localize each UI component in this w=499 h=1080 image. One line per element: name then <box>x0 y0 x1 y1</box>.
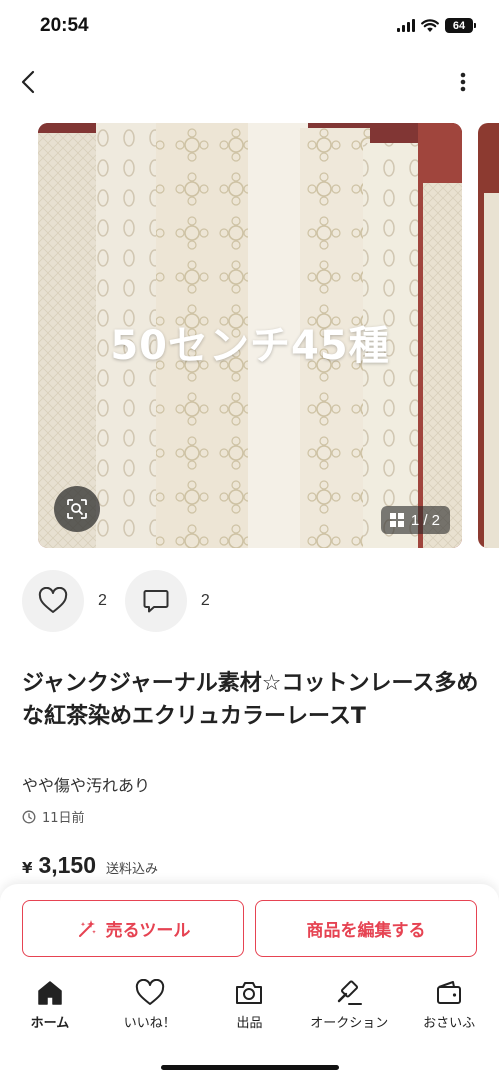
more-options-button[interactable] <box>447 66 479 98</box>
item-actions: 2 2 <box>22 570 228 632</box>
cellular-signal-icon <box>397 19 415 32</box>
status-time: 20:54 <box>40 15 89 36</box>
shipping-note: 送料込み <box>106 862 159 877</box>
home-indicator <box>161 1065 339 1070</box>
comment-icon <box>143 590 169 613</box>
comment-count: 2 <box>200 592 210 609</box>
tab-listing[interactable]: 出品 <box>200 979 300 1039</box>
more-vertical-icon <box>460 72 466 92</box>
wallet-icon <box>437 981 462 1004</box>
edit-item-button[interactable]: 商品を編集する <box>255 900 477 957</box>
gavel-icon <box>338 980 363 1005</box>
posted-time: 11日前 <box>22 807 85 826</box>
tab-likes-label: いいね！ <box>123 1016 176 1031</box>
battery-indicator: 64 <box>445 18 476 33</box>
tab-listing-label: 出品 <box>236 1016 263 1031</box>
status-icons: 64 <box>397 18 476 33</box>
bottom-panel: 売るツール 商品を編集する ホーム いいね！ 出品 オークション おさいふ <box>0 884 499 1080</box>
page-counter-text: 1 / 2 <box>410 511 440 529</box>
tab-wallet[interactable]: おさいふ <box>399 979 499 1039</box>
next-image-peek[interactable] <box>478 123 499 548</box>
tab-home-label: ホーム <box>30 1016 70 1031</box>
clock-icon <box>22 810 36 823</box>
posted-time-text: 11日前 <box>42 811 85 826</box>
item-price: 3,150 <box>38 852 96 878</box>
item-title: ジャンクジャーナル素材☆コットンレース多めな紅茶染めエクリュカラーレースT <box>22 671 479 729</box>
back-button[interactable] <box>12 66 44 98</box>
like-count: 2 <box>98 592 107 609</box>
edit-item-label: 商品を編集する <box>306 921 426 941</box>
home-icon <box>38 981 62 1005</box>
tab-auction[interactable]: オークション <box>299 979 399 1039</box>
action-buttons: 売るツール 商品を編集する <box>22 900 477 957</box>
comment-button[interactable] <box>124 570 187 632</box>
status-bar: 20:54 64 <box>0 0 499 54</box>
nav-bar <box>0 58 499 106</box>
magic-wand-icon <box>78 919 96 937</box>
tab-wallet-label: おさいふ <box>423 1016 476 1031</box>
tab-auction-label: オークション <box>310 1016 389 1031</box>
like-button[interactable] <box>22 570 84 632</box>
price-row: ¥ 3,150 送料込み <box>22 852 158 879</box>
image-overlay-text: 50センチ45種 <box>110 323 390 369</box>
item-condition: やや傷や汚れあり <box>22 776 151 795</box>
tab-likes[interactable]: いいね！ <box>100 979 200 1039</box>
tab-home[interactable]: ホーム <box>0 979 100 1039</box>
heart-icon <box>135 979 164 1005</box>
sell-tool-label: 売るツール <box>105 921 191 941</box>
tab-bar: ホーム いいね！ 出品 オークション おさいふ <box>0 979 499 1039</box>
wifi-icon <box>421 18 439 32</box>
image-page-counter: 1 / 2 <box>380 506 450 534</box>
grid-icon <box>389 513 404 527</box>
camera-icon <box>236 982 263 1004</box>
sell-tool-button[interactable]: 売るツール <box>22 900 244 957</box>
heart-icon <box>38 587 68 613</box>
chevron-left-icon <box>21 70 35 94</box>
image-search-button[interactable] <box>54 486 100 532</box>
next-image-thumbnail <box>478 123 499 548</box>
image-search-icon <box>67 499 87 519</box>
product-image-gallery[interactable]: 50センチ45種 1 / 2 <box>38 123 462 548</box>
currency-symbol: ¥ <box>22 859 33 877</box>
